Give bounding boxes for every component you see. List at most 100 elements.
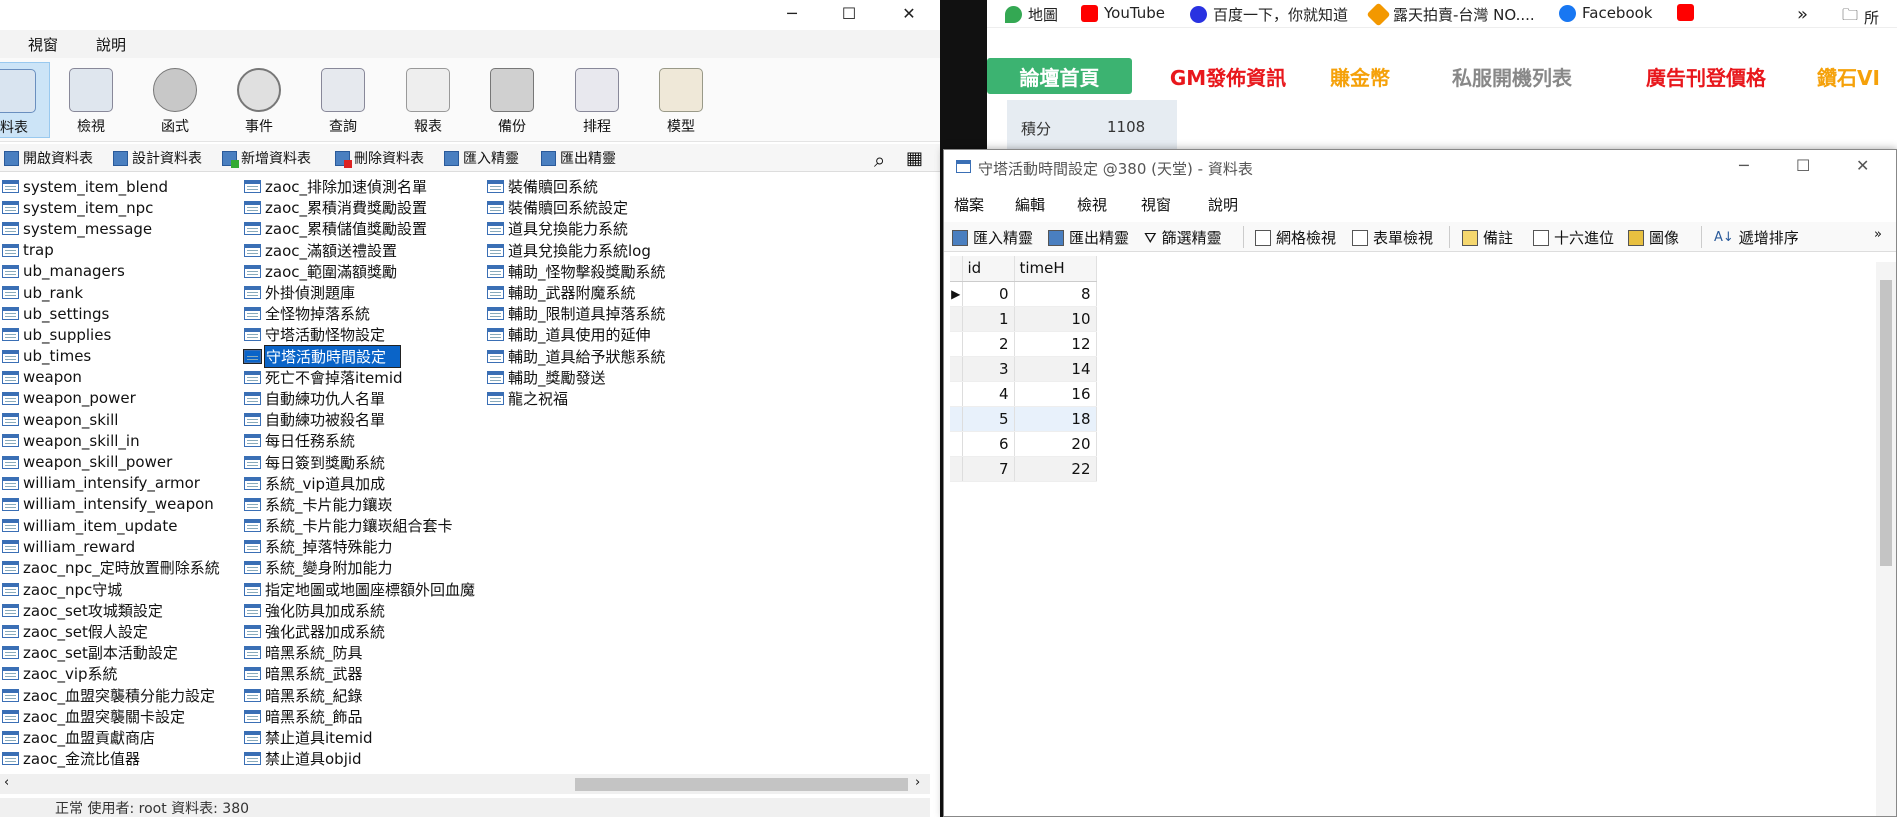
table-list-item[interactable]: zaoc_set攻城類設定 bbox=[2, 600, 220, 621]
table-list-item[interactable]: 系統_卡片能力鑲崁 bbox=[244, 494, 475, 515]
nav-earn-coins[interactable]: 賺金幣 bbox=[1320, 58, 1400, 94]
delete-table-button[interactable]: 刪除資料表 bbox=[335, 148, 424, 168]
scroll-right-arrow-icon[interactable]: › bbox=[915, 775, 920, 790]
table-list-item[interactable]: 龍之祝福 bbox=[487, 388, 666, 409]
form-view-button[interactable]: 表單檢視 bbox=[1352, 227, 1433, 248]
grid-view-icon[interactable]: ▦ bbox=[906, 148, 923, 169]
maximize-button[interactable]: ☐ bbox=[1796, 156, 1810, 175]
schedule-button[interactable]: 排程 bbox=[561, 62, 633, 138]
table-list-item[interactable]: william_item_update bbox=[2, 515, 220, 536]
reports-button[interactable]: 報表 bbox=[392, 62, 464, 138]
table-list-item[interactable]: 道具兌換能力系統log bbox=[487, 240, 666, 261]
table-list-item[interactable]: 外掛偵測題庫 bbox=[244, 282, 475, 303]
views-button[interactable]: 檢視 bbox=[55, 62, 127, 138]
cell-id[interactable]: 0 bbox=[962, 281, 1015, 307]
bookmark-ruten[interactable]: 露天拍賣-台灣 NO.... bbox=[1366, 2, 1535, 27]
menu-window[interactable]: 視窗 bbox=[1141, 194, 1171, 215]
table-row[interactable]: ▶ 0 8 bbox=[950, 281, 1097, 307]
cell-id[interactable]: 6 bbox=[962, 431, 1015, 457]
cell-timeH[interactable]: 18 bbox=[1014, 406, 1097, 432]
row-indicator[interactable] bbox=[950, 306, 963, 332]
vertical-scrollbar[interactable] bbox=[1876, 262, 1896, 816]
tables-button[interactable]: 料表 bbox=[0, 62, 50, 138]
search-icon[interactable]: ⌕ bbox=[874, 148, 885, 172]
menu-file[interactable]: 檔案 bbox=[954, 194, 984, 215]
cell-timeH[interactable]: 8 bbox=[1014, 281, 1097, 307]
close-button[interactable]: ✕ bbox=[886, 0, 932, 26]
close-button[interactable]: ✕ bbox=[1856, 156, 1869, 175]
table-list-item[interactable]: 暗黑系統_防具 bbox=[244, 642, 475, 663]
bookmark-folder[interactable]: 🗀 所 bbox=[1842, 4, 1879, 31]
table-list-item[interactable]: 輔助_道具使用的延伸 bbox=[487, 324, 666, 345]
nav-forum-home[interactable]: 論壇首頁 bbox=[987, 58, 1132, 94]
hex-button[interactable]: 十六進位 bbox=[1533, 227, 1614, 248]
row-indicator[interactable] bbox=[950, 356, 963, 382]
filter-wizard-button[interactable]: ⛛ 篩選精靈 bbox=[1144, 227, 1222, 248]
scrollbar-thumb[interactable] bbox=[575, 778, 908, 791]
table-list-item[interactable]: 輔助_怪物擊殺獎勵系統 bbox=[487, 261, 666, 282]
table-row[interactable]: 4 16 bbox=[950, 381, 1097, 407]
table-list-item[interactable]: trap bbox=[2, 240, 220, 261]
cell-timeH[interactable]: 16 bbox=[1014, 381, 1097, 407]
table-list-item[interactable]: zaoc_血盟貢獻商店 bbox=[2, 727, 220, 748]
menu-view[interactable]: 檢視 bbox=[1077, 194, 1107, 215]
export-wizard-button[interactable]: 匯出精靈 bbox=[541, 148, 616, 168]
table-list-item[interactable]: zaoc_累積儲值獎勵設置 bbox=[244, 218, 475, 239]
more-tools-button[interactable]: » bbox=[1874, 227, 1882, 242]
cell-id[interactable]: 7 bbox=[962, 456, 1015, 482]
cell-id[interactable]: 1 bbox=[962, 306, 1015, 332]
table-list-item[interactable]: zaoc_血盟突襲關卡設定 bbox=[2, 706, 220, 727]
menu-help[interactable]: 說明 bbox=[1208, 194, 1238, 215]
new-table-button[interactable]: 新增資料表 bbox=[222, 148, 311, 168]
nav-server-list[interactable]: 私服開機列表 bbox=[1427, 58, 1597, 94]
table-list-item[interactable]: 每日簽到獎勵系統 bbox=[244, 451, 475, 472]
scrollbar-thumb[interactable] bbox=[1880, 280, 1892, 566]
table-row[interactable]: 1 10 bbox=[950, 306, 1097, 332]
bookmark-youtube[interactable]: YouTube bbox=[1081, 4, 1165, 22]
table-list-item[interactable]: 裝備贖回系統設定 bbox=[487, 197, 666, 218]
table-list-item[interactable]: zaoc_npc_定時放置刪除系統 bbox=[2, 557, 220, 578]
table-list-item[interactable]: weapon bbox=[2, 367, 220, 388]
cell-id[interactable]: 3 bbox=[962, 356, 1015, 382]
table-list-item[interactable]: william_intensify_weapon bbox=[2, 494, 220, 515]
cell-timeH[interactable]: 20 bbox=[1014, 431, 1097, 457]
table-list-item[interactable]: weapon_skill bbox=[2, 409, 220, 430]
table-list-item[interactable]: zaoc_累積消費獎勵設置 bbox=[244, 197, 475, 218]
table-list-item[interactable]: 系統_掉落特殊能力 bbox=[244, 536, 475, 557]
table-list-item[interactable]: 輔助_獎勵發送 bbox=[487, 367, 666, 388]
table-list-item[interactable]: zaoc_金流比值器 bbox=[2, 748, 220, 769]
table-list-item[interactable]: weapon_skill_power bbox=[2, 451, 220, 472]
table-row[interactable]: 2 12 bbox=[950, 331, 1097, 357]
table-list-item[interactable]: zaoc_範圍滿額獎勵 bbox=[244, 261, 475, 282]
table-list-item[interactable]: zaoc_血盟突襲積分能力設定 bbox=[2, 685, 220, 706]
table-list-item[interactable]: zaoc_排除加速偵測名單 bbox=[244, 176, 475, 197]
bookmark-facebook[interactable]: Facebook bbox=[1559, 4, 1652, 22]
cell-timeH[interactable]: 12 bbox=[1014, 331, 1097, 357]
table-row[interactable]: 5 18 bbox=[950, 406, 1097, 432]
table-row[interactable]: 3 14 bbox=[950, 356, 1097, 382]
bookmark-baidu[interactable]: 百度一下，你就知道 bbox=[1190, 4, 1348, 25]
table-list-item[interactable]: william_intensify_armor bbox=[2, 473, 220, 494]
table-list-item[interactable]: 輔助_限制道具掉落系統 bbox=[487, 303, 666, 324]
cell-timeH[interactable]: 22 bbox=[1014, 456, 1097, 482]
table-list-item[interactable]: 自動練功被殺名單 bbox=[244, 409, 475, 430]
column-header-id[interactable]: id bbox=[962, 256, 1015, 282]
column-header-timeH[interactable]: timeH bbox=[1014, 256, 1097, 282]
table-list-item[interactable]: 全怪物掉落系統 bbox=[244, 303, 475, 324]
cell-timeH[interactable]: 10 bbox=[1014, 306, 1097, 332]
table-list-item[interactable]: zaoc_vip系統 bbox=[2, 663, 220, 684]
table-list-item[interactable]: 指定地圖或地圖座標額外回血魔 bbox=[244, 579, 475, 600]
cell-id[interactable]: 5 bbox=[962, 406, 1015, 432]
table-list-item[interactable]: ub_managers bbox=[2, 261, 220, 282]
table-list-item[interactable]: system_message bbox=[2, 218, 220, 239]
functions-button[interactable]: 函式 bbox=[139, 62, 211, 138]
bookmark-maps[interactable]: 地圖 bbox=[1005, 4, 1058, 25]
table-list-item[interactable]: 輔助_武器附魔系統 bbox=[487, 282, 666, 303]
table-list-item[interactable]: system_item_blend bbox=[2, 176, 220, 197]
table-list-item[interactable]: 系統_vip道具加成 bbox=[244, 473, 475, 494]
events-button[interactable]: 事件 bbox=[223, 62, 295, 138]
table-list-item[interactable]: zaoc_滿額送禮設置 bbox=[244, 240, 475, 261]
row-indicator[interactable]: ▶ bbox=[950, 281, 963, 307]
cell-id[interactable]: 2 bbox=[962, 331, 1015, 357]
nav-diamond-vip[interactable]: 鑽石VI bbox=[1817, 58, 1897, 94]
